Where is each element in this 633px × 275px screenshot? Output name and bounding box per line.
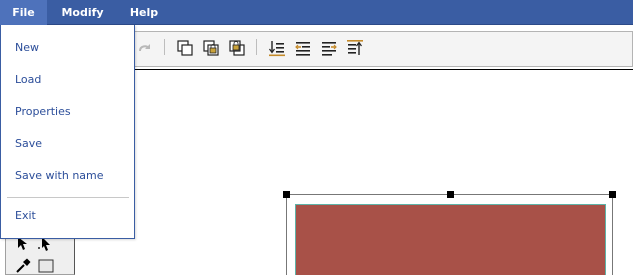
redo-icon[interactable] [136,39,154,57]
align-top-icon[interactable] [346,39,364,57]
menu-item-new[interactable]: New [2,35,134,61]
rectangle-shape[interactable] [295,204,606,275]
menu-item-save-with-name[interactable]: Save with name [2,163,134,189]
resize-handle-top-right[interactable] [609,191,616,198]
menu-item-load[interactable]: Load [2,67,134,93]
menu-help[interactable]: Help [122,0,166,25]
toolbar-separator [256,39,257,55]
file-menu-dropdown: New Load Properties Save Save with name … [0,25,135,239]
rectangle-tool-icon[interactable] [37,257,55,275]
resize-handle-top-left[interactable] [283,191,290,198]
menu-item-exit[interactable]: Exit [2,203,134,229]
menu-separator [7,197,129,198]
align-right-icon[interactable] [320,39,338,57]
bring-to-front-icon[interactable] [176,39,194,57]
menu-item-properties[interactable]: Properties [2,99,134,125]
align-left-icon[interactable] [294,39,312,57]
lock-back-icon[interactable] [228,39,246,57]
toolbar-separator [164,39,165,55]
align-bottom-icon[interactable] [268,39,286,57]
resize-handle-top-center[interactable] [447,191,454,198]
menu-item-save[interactable]: Save [2,131,134,157]
menu-bar: File Modify Help [0,0,633,25]
menu-file[interactable]: File [0,0,47,25]
eyedropper-icon[interactable] [14,257,32,275]
lock-front-icon[interactable] [202,39,220,57]
menu-modify[interactable]: Modify [55,0,110,25]
